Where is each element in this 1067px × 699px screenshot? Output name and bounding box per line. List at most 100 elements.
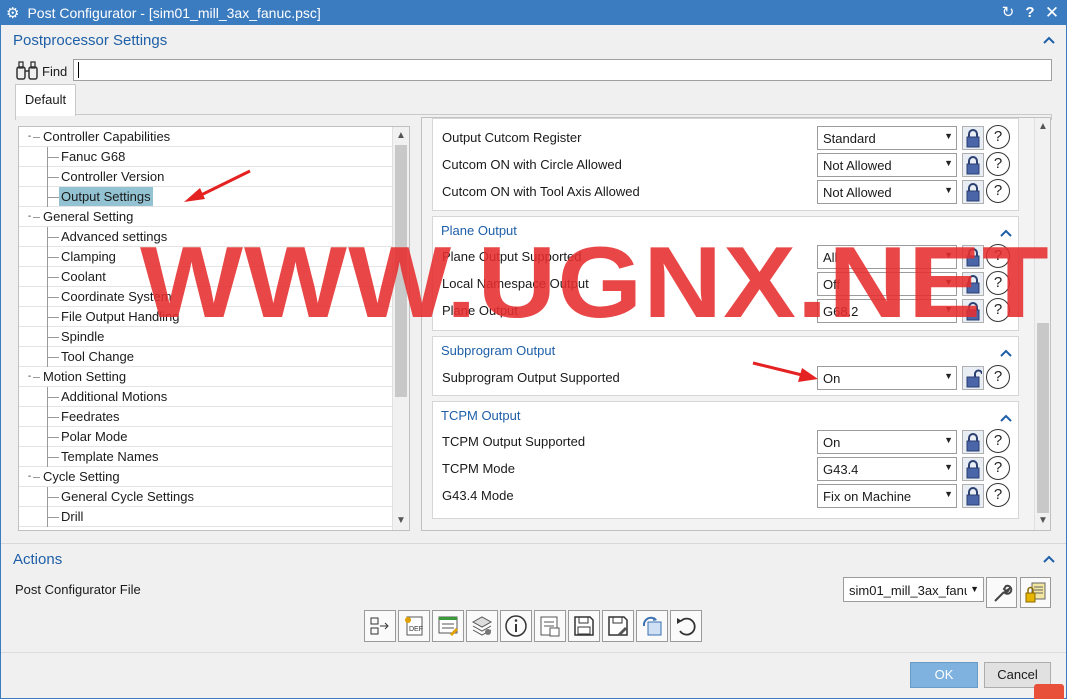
edit-list-button[interactable] xyxy=(432,610,464,642)
wrench-button[interactable] xyxy=(986,577,1017,608)
layers-button[interactable] xyxy=(466,610,498,642)
tree-item-label: Additional Motions xyxy=(61,389,168,404)
property-row: Subprogram Output Supported On ▼? xyxy=(433,365,1018,391)
lock-icon[interactable] xyxy=(962,457,984,481)
help-question-icon[interactable]: ? xyxy=(986,152,1010,176)
tree-item-label: Spindle xyxy=(61,329,105,344)
group-title: Subprogram Output xyxy=(441,343,556,358)
scroll-up-icon[interactable]: ▲ xyxy=(1035,119,1050,135)
tree-item[interactable]: General Cycle Settings xyxy=(19,487,393,507)
property-select[interactable]: On ▼ xyxy=(817,430,957,454)
property-label: Cutcom ON with Tool Axis Allowed xyxy=(442,184,640,199)
property-value: Standard xyxy=(823,131,876,146)
tree-item-label: Output Settings xyxy=(59,187,153,206)
permissions-button[interactable] xyxy=(1020,577,1051,608)
collapse-actions-icon[interactable] xyxy=(1042,553,1056,567)
chevron-down-icon: ▼ xyxy=(944,435,953,445)
lock-file-icon xyxy=(1025,582,1045,602)
property-select[interactable]: G43.4 ▼ xyxy=(817,457,957,481)
property-value: Not Allowed xyxy=(823,158,892,173)
tree-item-label: Tool Change xyxy=(61,349,134,364)
tree-connector xyxy=(33,217,40,218)
help-question-icon[interactable]: ? xyxy=(986,456,1010,480)
collapse-group-icon[interactable] xyxy=(1000,410,1012,422)
properties-scroll-thumb[interactable] xyxy=(1037,323,1049,513)
collapse-settings-icon[interactable] xyxy=(1042,34,1056,48)
unlock-icon[interactable] xyxy=(962,366,984,390)
lock-icon[interactable] xyxy=(962,484,984,508)
save-button[interactable] xyxy=(568,610,600,642)
property-row: G43.4 Mode Fix on Machine ▼? xyxy=(433,483,1018,509)
actions-divider xyxy=(1,543,1066,544)
property-row: Cutcom ON with Tool Axis Allowed Not Allo… xyxy=(433,179,1018,205)
tree-connector xyxy=(33,377,40,378)
tree-connector xyxy=(47,337,59,338)
property-row: TCPM Mode G43.4 ▼? xyxy=(433,456,1018,482)
tree-item[interactable]: Polar Mode xyxy=(19,427,393,447)
tree-item[interactable]: Feedrates xyxy=(19,407,393,427)
lock-icon[interactable] xyxy=(962,153,984,177)
lock-icon[interactable] xyxy=(962,180,984,204)
def-file-button[interactable]: DEF xyxy=(398,610,430,642)
help-question-icon[interactable]: ? xyxy=(986,365,1010,389)
find-input[interactable] xyxy=(73,59,1052,81)
group-cutcom: Output Cutcom Register Standard ▼? Cutcom O… xyxy=(432,118,1019,211)
tree-item[interactable]: Drill xyxy=(19,507,393,527)
collapse-group-icon[interactable] xyxy=(1000,345,1012,357)
scroll-down-icon[interactable]: ▼ xyxy=(1035,513,1050,529)
tree-item[interactable]: - Motion Setting xyxy=(19,367,393,387)
tree-item-label: Polar Mode xyxy=(61,429,128,444)
info-button[interactable] xyxy=(500,610,532,642)
tree-item-label: Drill xyxy=(61,509,84,524)
tree-connector xyxy=(47,397,59,398)
chevron-down-icon: ▼ xyxy=(944,489,953,499)
help-question-icon[interactable]: ? xyxy=(986,179,1010,203)
tree-item-label: Feedrates xyxy=(61,409,120,424)
tree-connector xyxy=(47,157,59,158)
help-question-icon[interactable]: ? xyxy=(986,483,1010,507)
tree-item[interactable]: - Controller Capabilities xyxy=(19,127,393,147)
tree-connector xyxy=(47,177,59,178)
tree-item-label: Motion Setting xyxy=(43,369,127,384)
ok-button[interactable]: OK xyxy=(910,662,978,688)
property-select[interactable]: Not Allowed ▼ xyxy=(817,153,957,177)
property-select[interactable]: On ▼ xyxy=(817,366,957,390)
report-button[interactable] xyxy=(534,610,566,642)
tree-connector xyxy=(47,297,59,298)
scroll-down-icon[interactable]: ▼ xyxy=(393,513,409,529)
watermark: WWW.UGNX.NET xyxy=(140,227,1050,339)
tree-item-label: General Cycle Settings xyxy=(61,489,194,504)
post-configurator-file-select[interactable]: sim01_mill_3ax_fanuc ▼ xyxy=(843,577,984,602)
help-question-icon[interactable]: ? xyxy=(986,429,1010,453)
undo-button[interactable] xyxy=(670,610,702,642)
scroll-up-icon[interactable]: ▲ xyxy=(393,128,409,144)
tree-item[interactable]: Template Names xyxy=(19,447,393,467)
refresh-icon[interactable]: ↻ xyxy=(997,2,1019,23)
tree-item[interactable]: Fanuc G68 xyxy=(19,147,393,167)
property-value: On xyxy=(823,435,841,450)
property-select[interactable]: Not Allowed ▼ xyxy=(817,180,957,204)
tab-default[interactable]: Default xyxy=(15,84,76,116)
property-select[interactable]: Standard ▼ xyxy=(817,126,957,150)
property-row: Output Cutcom Register Standard ▼? xyxy=(433,125,1018,151)
help-icon[interactable]: ? xyxy=(1019,2,1041,23)
export-button[interactable] xyxy=(364,610,396,642)
tree-connector xyxy=(33,137,40,138)
tree-connector xyxy=(47,457,59,458)
save-as-button[interactable] xyxy=(602,610,634,642)
actions-section-title: Actions xyxy=(13,551,63,568)
property-select[interactable]: Fix on Machine ▼ xyxy=(817,484,957,508)
tree-item[interactable]: - Cycle Setting xyxy=(19,467,393,487)
lock-icon[interactable] xyxy=(962,430,984,454)
tree-connector xyxy=(47,197,59,198)
refresh-copy-button[interactable] xyxy=(636,610,668,642)
tree-item[interactable]: Tool Change xyxy=(19,347,393,367)
help-question-icon[interactable]: ? xyxy=(986,125,1010,149)
property-value: G43.4 xyxy=(823,462,859,477)
tree-item[interactable]: Additional Motions xyxy=(19,387,393,407)
lock-icon[interactable] xyxy=(962,126,984,150)
tree-item[interactable]: - General Setting xyxy=(19,207,393,227)
def-file-icon: DEF xyxy=(402,614,426,638)
wrench-icon xyxy=(993,584,1012,602)
close-icon[interactable]: ✕ xyxy=(1041,2,1063,23)
